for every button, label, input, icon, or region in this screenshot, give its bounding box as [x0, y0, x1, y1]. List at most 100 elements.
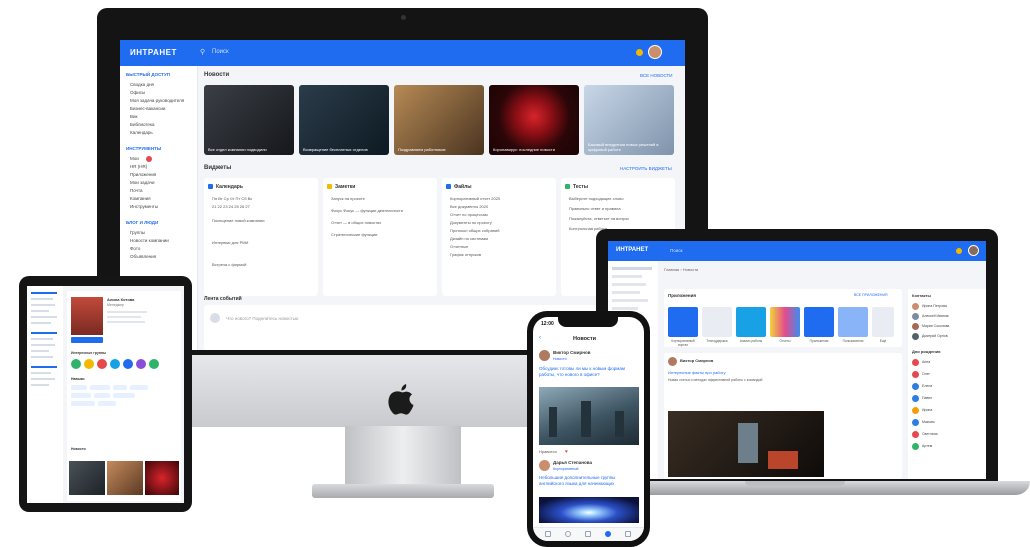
chat-icon[interactable] — [585, 531, 591, 537]
widget-line[interactable]: Стратегические функции — [331, 232, 377, 237]
app-tile[interactable] — [872, 307, 894, 337]
apps-all-link[interactable]: ВСЕ ПРИЛОЖЕНИЯ — [854, 293, 888, 297]
app-tile[interactable] — [736, 307, 766, 337]
widget-line[interactable]: Интервью для РМИ — [212, 240, 248, 245]
sidebar-item[interactable]: Инструменты — [130, 204, 158, 209]
news-card[interactable]: Все отдел компании подводили — [204, 85, 294, 155]
sidebar-item[interactable]: Фото — [130, 246, 140, 251]
group-avatar[interactable] — [84, 359, 94, 369]
contact-item[interactable]: Ирина Петрова — [922, 304, 947, 308]
news-card[interactable]: Коронавирус: последние новости — [489, 85, 579, 155]
sidebar-item[interactable]: Сводка дня — [130, 82, 154, 87]
user-item[interactable]: Ирина — [922, 408, 932, 412]
widget-line[interactable]: Фокус Фокус — функции деятельности — [331, 208, 403, 213]
group-avatar[interactable] — [136, 359, 146, 369]
profile-action-button[interactable] — [71, 337, 103, 343]
sidebar-item[interactable]: Группы — [130, 230, 145, 235]
sidebar-item[interactable]: Офисы — [130, 90, 145, 95]
sidebar-item[interactable]: Мои задачи — [130, 180, 155, 185]
post-headline[interactable]: Небольшие дополнительные группы английск… — [539, 475, 639, 486]
user-item[interactable]: Олег — [922, 372, 930, 376]
feed-input[interactable]: Что нового? Поделитесь новостью — [226, 316, 298, 321]
user-item[interactable]: Максим — [922, 420, 935, 424]
widget-line[interactable]: Документы по проекту — [450, 220, 492, 225]
news-card[interactable]: Возвращение бесплатных отделов — [299, 85, 389, 155]
breadcrumb[interactable]: Главная › Новости — [664, 267, 698, 272]
widget-line[interactable]: Отчетные — [450, 244, 468, 249]
post-headline[interactable]: Обсудим: готовы ли мы к новым формам раб… — [539, 366, 639, 377]
sidebar-item[interactable]: Почта — [130, 188, 143, 193]
post-image[interactable] — [539, 497, 639, 523]
sidebar-item[interactable]: Компания — [130, 196, 151, 201]
search-icon[interactable]: ⚲ — [200, 48, 205, 56]
post-image[interactable] — [539, 387, 639, 445]
sidebar-item[interactable]: Календарь — [130, 130, 153, 135]
widget-line[interactable]: Правильно ответ и правила — [569, 206, 621, 211]
widget-line[interactable]: Встреча с фирмой — [212, 262, 246, 267]
app-tile[interactable] — [838, 307, 868, 337]
news-card[interactable]: Базовый внедрения новых решений в цифров… — [584, 85, 674, 155]
app-tile[interactable] — [702, 307, 732, 337]
sidebar-item[interactable]: Вик — [130, 114, 137, 119]
widget-line[interactable]: Запуск на проекте — [331, 196, 365, 201]
widget-line[interactable]: Отчет — в общих новостях — [331, 220, 381, 225]
widget-line[interactable]: Дизайн по системам — [450, 236, 488, 241]
app-tile[interactable] — [804, 307, 834, 337]
post-author[interactable]: Дарья Степанова — [553, 460, 592, 465]
post-author[interactable]: Виктор Смирнов — [680, 358, 713, 363]
imac-brand[interactable]: ИНТРАНЕТ — [130, 48, 177, 57]
menu-icon[interactable] — [625, 531, 631, 537]
widget-calendar[interactable]: Календарь Пн Вт Ср Чт Пт Сб Вс 21 22 23 … — [204, 178, 318, 296]
group-avatar[interactable] — [110, 359, 120, 369]
heart-icon[interactable]: ♥ — [565, 449, 568, 455]
widget-files[interactable]: Файлы Корпоративный отчет 2020 Все докум… — [442, 178, 556, 296]
widget-line[interactable]: Отчет по процессам — [450, 212, 488, 217]
notification-icon[interactable] — [956, 248, 962, 254]
user-item[interactable]: Светлана — [922, 432, 938, 436]
contact-item[interactable]: Мария Соколова — [922, 324, 949, 328]
post-image[interactable] — [668, 411, 824, 477]
group-avatar[interactable] — [97, 359, 107, 369]
avatar[interactable] — [539, 350, 550, 361]
news-tab-icon[interactable] — [605, 531, 611, 537]
post-title[interactable]: Интересные факты про работу — [668, 370, 726, 375]
post-author[interactable]: Виктор Смирнов — [553, 350, 591, 355]
sidebar-item[interactable]: Новости компании — [130, 238, 169, 243]
news-thumb[interactable] — [69, 461, 105, 495]
user-item[interactable]: Артем — [922, 444, 932, 448]
sidebar-item[interactable]: HR (HR) — [130, 164, 147, 169]
news-thumb[interactable] — [107, 461, 143, 495]
group-avatar[interactable] — [149, 359, 159, 369]
news-thumb[interactable] — [145, 461, 179, 495]
laptop-search-input[interactable]: Поиск — [670, 248, 682, 253]
widget-line[interactable]: Посещение новой компании — [212, 218, 265, 223]
news-all-link[interactable]: ВСЕ НОВОСТИ — [640, 73, 673, 78]
like-button[interactable]: Нравится — [539, 449, 557, 454]
sidebar-item[interactable]: Моя задача руководителя — [130, 98, 184, 103]
news-card[interactable]: Поздравляем работников — [394, 85, 484, 155]
group-avatar[interactable] — [123, 359, 133, 369]
imac-search-input[interactable]: Поиск — [212, 49, 229, 55]
contact-item[interactable]: Алексей Иванов — [922, 314, 949, 318]
widget-line[interactable]: Все документы 2020 — [450, 204, 488, 209]
profile-photo[interactable] — [71, 297, 103, 335]
sidebar-item[interactable]: Объявления — [130, 254, 156, 259]
app-tile[interactable] — [770, 307, 800, 337]
user-item[interactable]: Анна — [922, 360, 930, 364]
user-item[interactable]: Елена — [922, 384, 932, 388]
sidebar-item[interactable]: Мои — [130, 156, 139, 161]
widget-line[interactable]: Протокол общих собраний — [450, 228, 499, 233]
avatar[interactable] — [648, 45, 662, 59]
avatar[interactable] — [668, 357, 677, 366]
sidebar-item[interactable]: Приложения — [130, 172, 156, 177]
app-tile[interactable] — [668, 307, 698, 337]
home-icon[interactable] — [545, 531, 551, 537]
widget-notes[interactable]: Заметки Запуск на проекте Фокус Фокус — … — [323, 178, 437, 296]
widget-line[interactable]: Выберите подходящее слово — [569, 196, 624, 201]
widget-line[interactable]: Корпоративный отчет 2020 — [450, 196, 500, 201]
group-avatar[interactable] — [71, 359, 81, 369]
sidebar-item[interactable]: Библиотека — [130, 122, 154, 127]
avatar[interactable] — [539, 460, 550, 471]
widget-line[interactable]: График отпусков — [450, 252, 481, 257]
avatar[interactable] — [968, 245, 979, 256]
